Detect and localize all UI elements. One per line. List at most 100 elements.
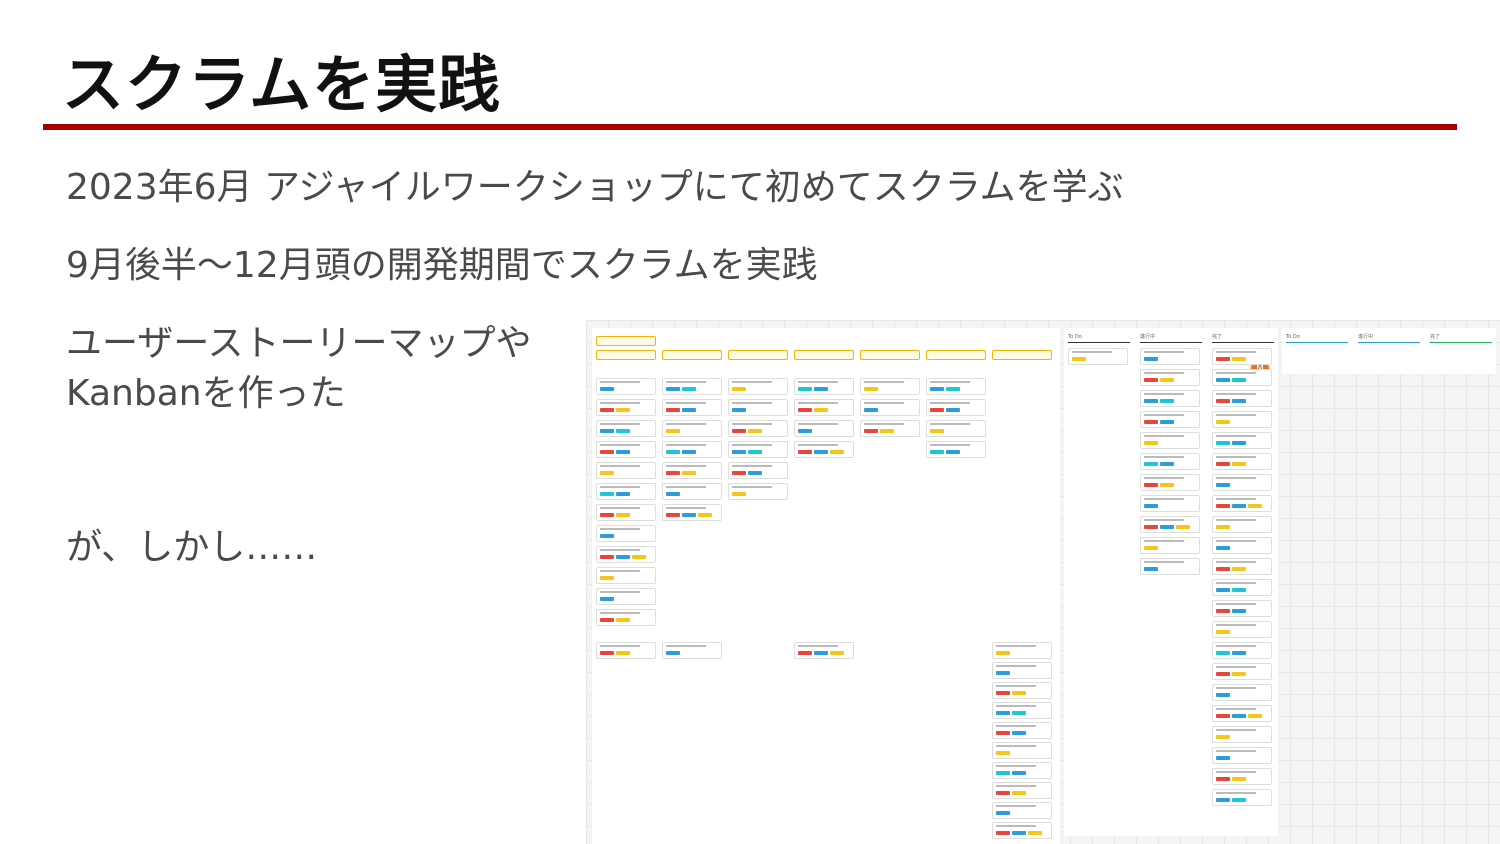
card-tag [732, 408, 746, 412]
card-tag [814, 450, 828, 454]
card-tag [1160, 420, 1174, 424]
card-text [1216, 792, 1256, 794]
card-text [666, 423, 706, 425]
board-card [1212, 747, 1272, 764]
card-text [1216, 603, 1256, 605]
card-text [798, 444, 838, 446]
card-tag [1232, 504, 1246, 508]
card-tag [1160, 525, 1174, 529]
board-card [596, 567, 656, 584]
card-tag [1144, 567, 1158, 571]
board-card [860, 378, 920, 395]
card-tag [666, 471, 680, 475]
board-card [992, 762, 1052, 779]
story-map-header [662, 350, 722, 360]
board-card [992, 742, 1052, 759]
card-tag [1216, 756, 1230, 760]
card-tag [666, 492, 680, 496]
card-text [864, 423, 904, 425]
card-tag [600, 618, 614, 622]
board-card [1212, 726, 1272, 743]
board-card [1212, 453, 1272, 470]
card-text [1072, 351, 1112, 353]
board-card [596, 399, 656, 416]
card-tag [864, 387, 878, 391]
card-tag [1216, 798, 1230, 802]
board-card [662, 399, 722, 416]
board-card [728, 483, 788, 500]
card-tag [616, 492, 630, 496]
card-tag [616, 408, 630, 412]
card-tag [1216, 483, 1230, 487]
story-map-header [860, 350, 920, 360]
board-card [728, 378, 788, 395]
board-card [596, 642, 656, 659]
board-card [1212, 390, 1272, 407]
card-text [600, 402, 640, 404]
card-tag [600, 492, 614, 496]
card-text [1216, 729, 1256, 731]
card-tag [732, 387, 746, 391]
card-tag [616, 618, 630, 622]
card-tag [1232, 462, 1246, 466]
card-tag [600, 576, 614, 580]
story-map-header [728, 350, 788, 360]
card-tag [1012, 791, 1026, 795]
card-text [666, 507, 706, 509]
board-card [1212, 684, 1272, 701]
board-card [596, 483, 656, 500]
board-card [992, 642, 1052, 659]
card-tag [1232, 357, 1246, 361]
card-tag [1232, 378, 1246, 382]
card-tag [666, 651, 680, 655]
card-text [1216, 771, 1256, 773]
card-text [1216, 498, 1256, 500]
bullet-however: が、しかし…… [66, 527, 318, 568]
card-tag [1232, 609, 1246, 613]
kanban-column-header: 進行中 [1140, 332, 1202, 343]
bullet-story-map: ユーザーストーリーマップや [66, 323, 532, 364]
card-text [1216, 687, 1256, 689]
card-text [1216, 666, 1256, 668]
card-tag [1144, 462, 1158, 466]
board-card [596, 441, 656, 458]
board-card [794, 378, 854, 395]
bullet-kanban: Kanbanを作った [66, 373, 346, 414]
card-text [1216, 435, 1256, 437]
board-card [1212, 432, 1272, 449]
card-text [1216, 624, 1256, 626]
card-tag [666, 408, 680, 412]
card-text [1216, 540, 1256, 542]
kanban2-column-header: 完了 [1430, 332, 1492, 343]
card-tag [996, 671, 1010, 675]
board-card [596, 525, 656, 542]
card-tag [864, 429, 878, 433]
card-text [732, 465, 772, 467]
board-card [1140, 537, 1200, 554]
board-card [926, 441, 986, 458]
card-text [732, 381, 772, 383]
card-tag [1232, 672, 1246, 676]
card-tag [798, 408, 812, 412]
card-text [600, 507, 640, 509]
board-card [1212, 579, 1272, 596]
board-card [1212, 789, 1272, 806]
board-card [794, 642, 854, 659]
board-card [1140, 411, 1200, 428]
board-card [860, 399, 920, 416]
card-text [864, 381, 904, 383]
board-card [992, 782, 1052, 799]
board-card [1068, 348, 1128, 365]
board-card [596, 504, 656, 521]
card-tag [1012, 771, 1026, 775]
card-text [600, 423, 640, 425]
card-tag [830, 450, 844, 454]
board-card [1212, 600, 1272, 617]
card-text [1144, 477, 1184, 479]
card-text [600, 444, 640, 446]
card-tag [1216, 609, 1230, 613]
card-tag [1144, 525, 1158, 529]
card-text [930, 423, 970, 425]
card-tag [1144, 441, 1158, 445]
kanban-column-header: To Do [1068, 332, 1130, 343]
